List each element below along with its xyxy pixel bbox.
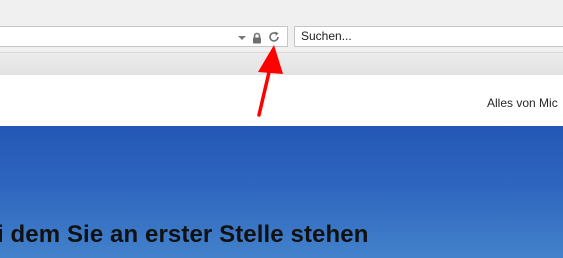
chevron-down-icon[interactable] (238, 36, 246, 40)
browser-window: Suchen... Alles von Mic i dem Sie an ers… (0, 0, 563, 258)
address-bar[interactable] (0, 26, 288, 47)
header-nav-link[interactable]: Alles von Mic (487, 96, 558, 110)
site-header: Alles von Mic (0, 75, 563, 126)
refresh-icon[interactable] (267, 30, 281, 44)
hero-banner: i dem Sie an erster Stelle stehen (0, 126, 563, 258)
search-input[interactable]: Suchen... (294, 26, 563, 47)
hero-headline: i dem Sie an erster Stelle stehen (0, 221, 369, 248)
browser-toolbar: Suchen... (0, 0, 563, 52)
lock-icon[interactable] (251, 31, 263, 44)
tab-bar (0, 52, 563, 75)
